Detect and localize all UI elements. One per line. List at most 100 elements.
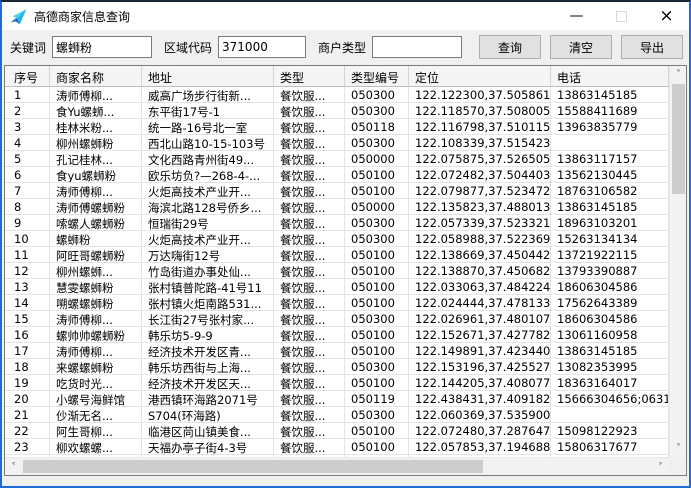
table-row[interactable]: 9嗦螺人螺蛳粉恒瑞街29号餐饮服...050300122.057339,37.5…	[5, 215, 669, 231]
table-cell: 餐饮服...	[274, 423, 345, 439]
table-row[interactable]: 18来螺螺蛳粉韩乐坊西街与上海...餐饮服...050300122.153196…	[5, 359, 669, 375]
table-cell: 050100	[345, 375, 409, 391]
column-header[interactable]: 商家名称	[50, 66, 142, 87]
table-cell: 15666304656;0631-...	[551, 391, 669, 407]
table-cell: 122.079877,37.523472	[409, 183, 551, 199]
clear-button[interactable]: 清空	[550, 35, 612, 59]
table-row[interactable]: 19吃货时光...经济技术开发区天...餐饮服...050100122.1442…	[5, 375, 669, 391]
table-cell: 19	[5, 375, 50, 391]
table-cell: 嗍螺螺蛳粉	[50, 295, 142, 311]
table-cell: 涛师傅螺蛳粉	[50, 199, 142, 215]
app-icon	[10, 8, 27, 25]
table-cell	[551, 407, 669, 423]
table-cell: 122.033063,37.484224	[409, 279, 551, 295]
table-cell: 050100	[345, 295, 409, 311]
table-cell: 吃货时光...	[50, 375, 142, 391]
table-cell: 13863117157	[551, 151, 669, 167]
table-cell: 阿生哥柳...	[50, 423, 142, 439]
table-row[interactable]: 11阿旺哥螺蛳粉万达嗨街12号餐饮服...050100122.138669,37…	[5, 247, 669, 263]
column-header[interactable]: 地址	[142, 66, 274, 87]
table-cell: 餐饮服...	[274, 263, 345, 279]
table-cell: 050300	[345, 135, 409, 151]
table-cell: 餐饮服...	[274, 407, 345, 423]
table-cell: 餐饮服...	[274, 199, 345, 215]
table-cell: S704(环海路)	[142, 407, 274, 423]
table-cell: 5	[5, 151, 50, 167]
table-cell: 餐饮服...	[274, 391, 345, 407]
table-cell: 122.057339,37.523321	[409, 215, 551, 231]
table-row[interactable]: 7涛师傅柳...火炬高技术产业开...餐饮服...050100122.07987…	[5, 183, 669, 199]
window-controls: — □ ×	[554, 2, 689, 30]
scroll-right-icon[interactable]: ˃	[652, 458, 669, 476]
column-header[interactable]: 类型编号	[345, 66, 409, 87]
table-row[interactable]: 8涛师傅螺蛳粉海滨北路128号侨乡...餐饮服...050000122.1358…	[5, 199, 669, 215]
table-cell: 2	[5, 103, 50, 119]
table-cell: 122.152671,37.427782	[409, 327, 551, 343]
table-row[interactable]: 10螺蛳粉火炬高技术产业开...餐饮服...050300122.058988,3…	[5, 231, 669, 247]
table-cell: 食Yu螺蛳...	[50, 103, 142, 119]
table-cell: 韩乐坊西街与上海...	[142, 359, 274, 375]
table-cell: 火炬高技术产业开...	[142, 183, 274, 199]
table-row[interactable]: 6食yu螺蛳粉欧乐坊负?—268-4-...餐饮服...050100122.07…	[5, 167, 669, 183]
column-header[interactable]: 序号	[5, 66, 50, 87]
table-row[interactable]: 17涛师傅柳...经济技术开发区青...餐饮服...050100122.1498…	[5, 343, 669, 359]
area-code-input[interactable]	[218, 36, 306, 58]
merchant-type-input[interactable]	[372, 36, 462, 58]
table-row[interactable]: 3桂林米粉...统一路-16号北一室餐饮服...050118122.116798…	[5, 119, 669, 135]
table-cell: 9	[5, 215, 50, 231]
table-cell: 餐饮服...	[274, 87, 345, 103]
scroll-up-icon[interactable]: ˄	[670, 66, 687, 83]
minimize-button[interactable]: —	[554, 2, 599, 30]
table-cell: 餐饮服...	[274, 183, 345, 199]
table-cell: 餐饮服...	[274, 135, 345, 151]
table-header: 序号商家名称地址类型类型编号定位电话	[5, 66, 669, 87]
table-cell: 14	[5, 295, 50, 311]
table-cell: 122.153196,37.425527	[409, 359, 551, 375]
keyword-input[interactable]	[52, 36, 152, 58]
table-row[interactable]: 21仯渐无名...S704(环海路)餐饮服...050300122.060369…	[5, 407, 669, 423]
table-row[interactable]: 12柳州螺蛳...竹岛街道办事处仙...餐饮服...050100122.1388…	[5, 263, 669, 279]
vertical-scrollbar[interactable]: ˄ ˅	[669, 66, 686, 457]
export-button[interactable]: 导出	[621, 35, 683, 59]
scroll-down-icon[interactable]: ˅	[670, 440, 687, 457]
close-button[interactable]: ×	[644, 2, 689, 30]
table-cell: 13863145185	[551, 343, 669, 359]
table-cell: 经济技术开发区天...	[142, 375, 274, 391]
column-header[interactable]: 类型	[274, 66, 345, 87]
table-cell: 张村镇火炬南路531...	[142, 295, 274, 311]
table-cell: 餐饮服...	[274, 215, 345, 231]
scroll-left-icon[interactable]: ˂	[5, 458, 22, 476]
table-row[interactable]: 16螺帅帅螺蛳粉韩乐坊5-9-9餐饮服...050100122.152671,3…	[5, 327, 669, 343]
table-cell: 涛师傅柳...	[50, 311, 142, 327]
table-cell: 海滨北路128号侨乡...	[142, 199, 274, 215]
table-cell: 螺帅帅螺蛳粉	[50, 327, 142, 343]
horizontal-scroll-thumb[interactable]	[23, 460, 483, 473]
vertical-scroll-thumb[interactable]	[672, 84, 685, 194]
maximize-button[interactable]: □	[599, 2, 644, 30]
table-cell: 12	[5, 263, 50, 279]
horizontal-scrollbar[interactable]: ˂ ˃	[5, 457, 669, 475]
table-row[interactable]: 15涛师傅柳...长江街27号张村家...餐饮服...050300122.026…	[5, 311, 669, 327]
table-row[interactable]: 14嗍螺螺蛳粉张村镇火炬南路531...餐饮服...050100122.0244…	[5, 295, 669, 311]
table-row[interactable]: 22阿生哥柳...临港区苘山镇美食...餐饮服...050100122.0724…	[5, 423, 669, 439]
table-cell: 统一路-16号北一室	[142, 119, 274, 135]
table-cell: 餐饮服...	[274, 279, 345, 295]
table-row[interactable]: 5孔记桂林...文化西路青州街49...餐饮服...050000122.0758…	[5, 151, 669, 167]
table-cell: 122.116798,37.510115	[409, 119, 551, 135]
table-row[interactable]: 23柳欢螺螺...天福办亭子街4-3号餐饮服...050100122.05785…	[5, 439, 669, 455]
column-header[interactable]: 电话	[551, 66, 669, 87]
table-cell: 122.438431,37.409182	[409, 391, 551, 407]
table-row[interactable]: 4柳州螺蛳粉西北山路10-15-103号餐饮服...050300122.1083…	[5, 135, 669, 151]
column-header[interactable]: 定位	[409, 66, 551, 87]
query-button[interactable]: 查询	[479, 35, 541, 59]
table-row[interactable]: 2食Yu螺蛳...东平街17号-1餐饮服...050300122.118570,…	[5, 103, 669, 119]
table-cell: 050000	[345, 199, 409, 215]
table-cell: 食yu螺蛳粉	[50, 167, 142, 183]
table-row[interactable]: 20小螺号海鲜馆港西镇环海路2071号餐饮服...050119122.43843…	[5, 391, 669, 407]
table-cell: 17562643389	[551, 295, 669, 311]
table-cell: 孔记桂林...	[50, 151, 142, 167]
table-cell: 欧乐坊负?—268-4-...	[142, 167, 274, 183]
table-row[interactable]: 1涛师傅柳...威高广场步行街新...餐饮服...050300122.12230…	[5, 87, 669, 103]
table-row[interactable]: 13慧雯螺蛳粉张村镇普陀路-41号11餐饮服...050100122.03306…	[5, 279, 669, 295]
toolbar-buttons: 查询 清空 导出	[479, 35, 683, 59]
